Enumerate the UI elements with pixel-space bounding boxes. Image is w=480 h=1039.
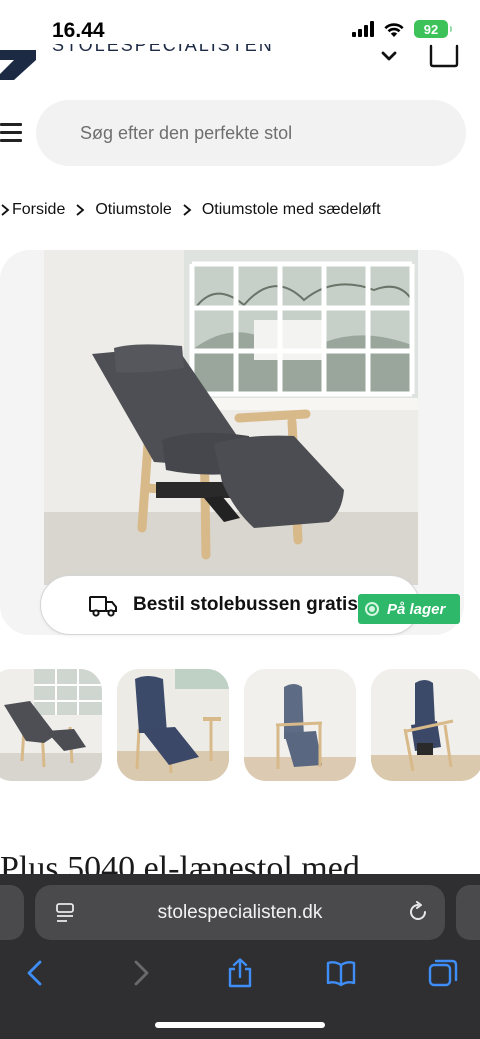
thumbnail-image: [0, 669, 102, 781]
chevron-right-icon: [76, 204, 85, 216]
thumbnail-image: [244, 669, 356, 781]
in-stock-badge: På lager: [358, 594, 460, 624]
product-photo: [44, 250, 418, 585]
bag-icon[interactable]: [428, 42, 460, 68]
thumbnail-1[interactable]: [0, 669, 102, 781]
battery-icon: 92: [414, 20, 452, 38]
hamburger-menu-icon[interactable]: [0, 123, 24, 145]
brand-logo-icon[interactable]: [0, 46, 36, 80]
thumbnail-image: [371, 669, 480, 781]
tabs-icon[interactable]: [428, 958, 458, 988]
stock-status-icon: [365, 602, 379, 616]
search-input[interactable]: Søg efter den perfekte stol: [36, 100, 466, 166]
breadcrumb: Forside Otiumstole Otiumstole med sædelø…: [0, 199, 381, 221]
search-placeholder: Søg efter den perfekte stol: [80, 123, 293, 143]
thumbnail-2[interactable]: [117, 669, 229, 781]
breadcrumb-item-otiumstole[interactable]: Otiumstole: [95, 201, 171, 219]
chevron-down-icon[interactable]: [380, 48, 398, 62]
delivery-text: Bestil stolebussen gratis: [133, 594, 358, 615]
share-icon[interactable]: [225, 958, 255, 988]
home-indicator: [155, 1022, 325, 1028]
status-icons: 92: [352, 20, 452, 38]
next-tab-pill[interactable]: [456, 885, 480, 940]
status-time: 16.44: [52, 19, 105, 42]
truck-icon: [89, 596, 117, 617]
previous-tab-pill[interactable]: [0, 885, 24, 940]
reload-icon[interactable]: [407, 901, 429, 923]
wifi-icon: [384, 22, 404, 37]
thumbnail-4[interactable]: [371, 669, 480, 781]
breadcrumb-item-forside[interactable]: Forside: [12, 201, 65, 219]
chevron-right-icon: [1, 204, 10, 216]
forward-icon[interactable]: [125, 958, 155, 988]
chevron-right-icon: [183, 204, 192, 216]
brand-logo-text[interactable]: STOLESPECIALISTEN: [52, 44, 292, 58]
url-text: stolespecialisten.dk: [157, 902, 323, 923]
thumbnail-image: [117, 669, 229, 781]
thumbnail-3[interactable]: [244, 669, 356, 781]
stock-text: På lager: [387, 600, 446, 618]
cellular-signal-icon: [352, 21, 374, 37]
status-bar: 16.44 92: [0, 0, 480, 50]
breadcrumb-item-current[interactable]: Otiumstole med sædeløft: [202, 201, 381, 219]
bookmarks-icon[interactable]: [326, 958, 356, 988]
address-bar[interactable]: stolespecialisten.dk: [35, 885, 445, 940]
browser-toolbar: stolespecialisten.dk: [0, 874, 480, 1039]
back-icon[interactable]: [21, 958, 51, 988]
battery-level: 92: [423, 21, 439, 37]
